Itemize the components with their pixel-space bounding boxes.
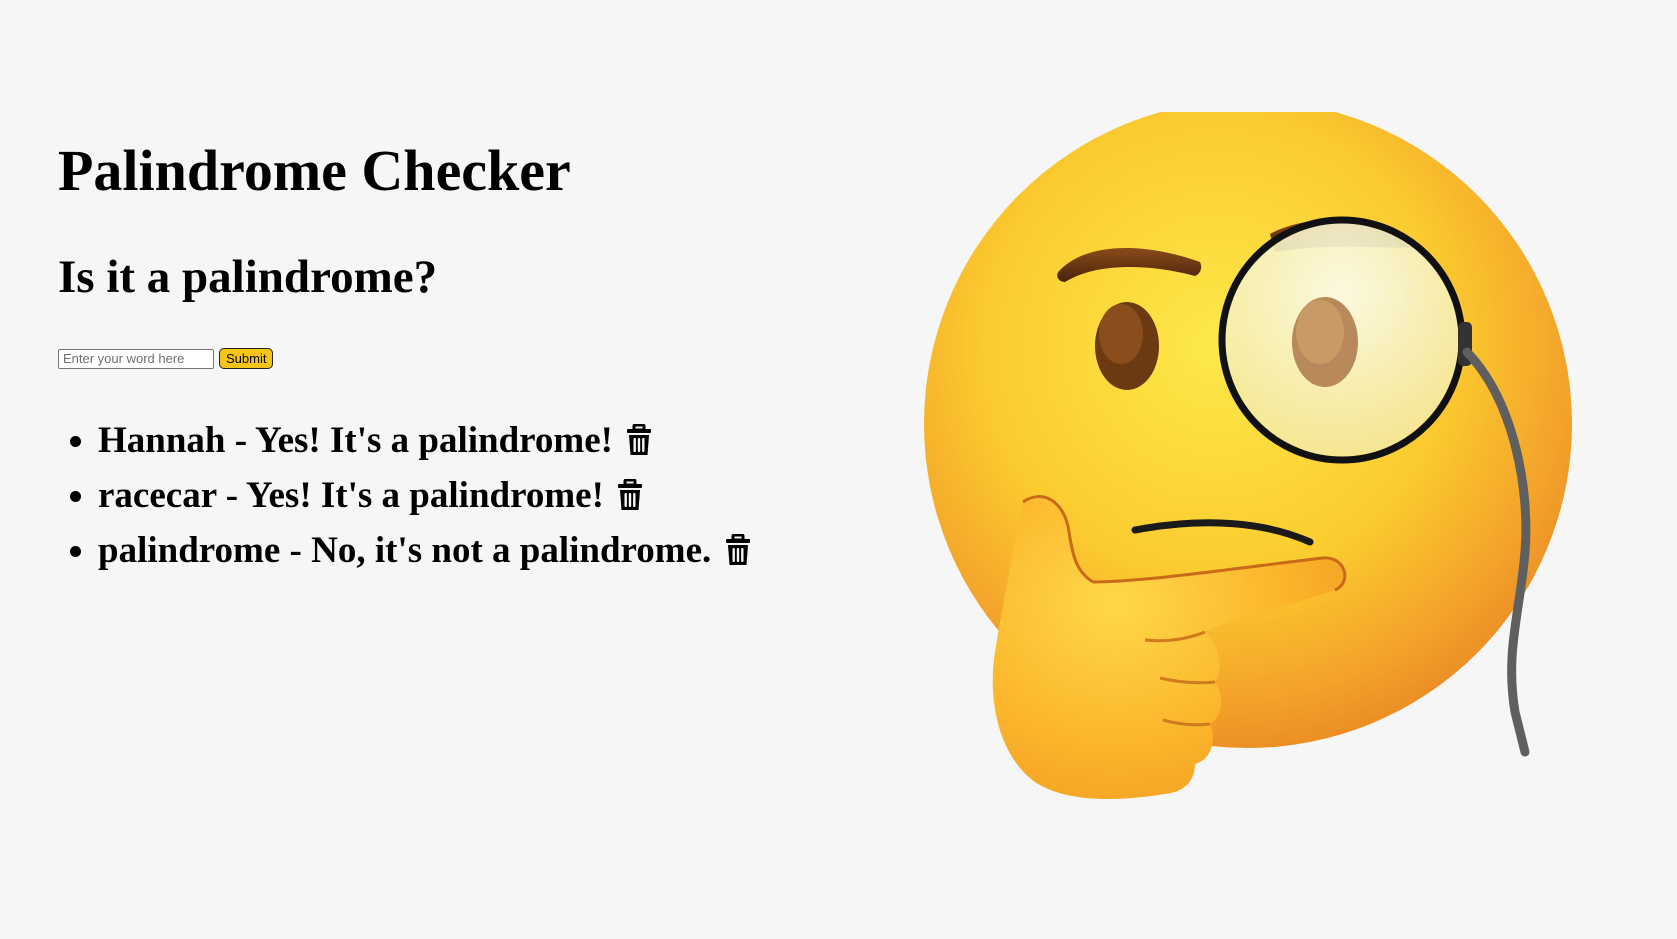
results-list: Hannah - Yes! It's a palindrome! racecar… [58, 415, 751, 580]
trash-icon[interactable] [725, 529, 751, 580]
page-subtitle: Is it a palindrome? [58, 251, 438, 303]
palindrome-checker-page: Palindrome Checker Is it a palindrome? S… [0, 0, 1677, 939]
page-title: Palindrome Checker [58, 138, 571, 203]
list-item: racecar - Yes! It's a palindrome! [98, 470, 751, 525]
trash-icon[interactable] [626, 419, 652, 470]
word-input[interactable] [58, 348, 214, 369]
submit-button[interactable]: Submit [219, 348, 274, 369]
list-item: palindrome - No, it's not a palindrome. [98, 525, 751, 580]
result-text: racecar - Yes! It's a palindrome! [98, 475, 604, 516]
trash-icon[interactable] [617, 474, 643, 525]
thinking-face-with-monocle-icon [915, 100, 1595, 832]
result-text: Hannah - Yes! It's a palindrome! [98, 420, 613, 461]
list-item: Hannah - Yes! It's a palindrome! [98, 415, 751, 470]
result-text: palindrome - No, it's not a palindrome. [98, 530, 712, 571]
palindrome-form: Submit [58, 348, 274, 369]
